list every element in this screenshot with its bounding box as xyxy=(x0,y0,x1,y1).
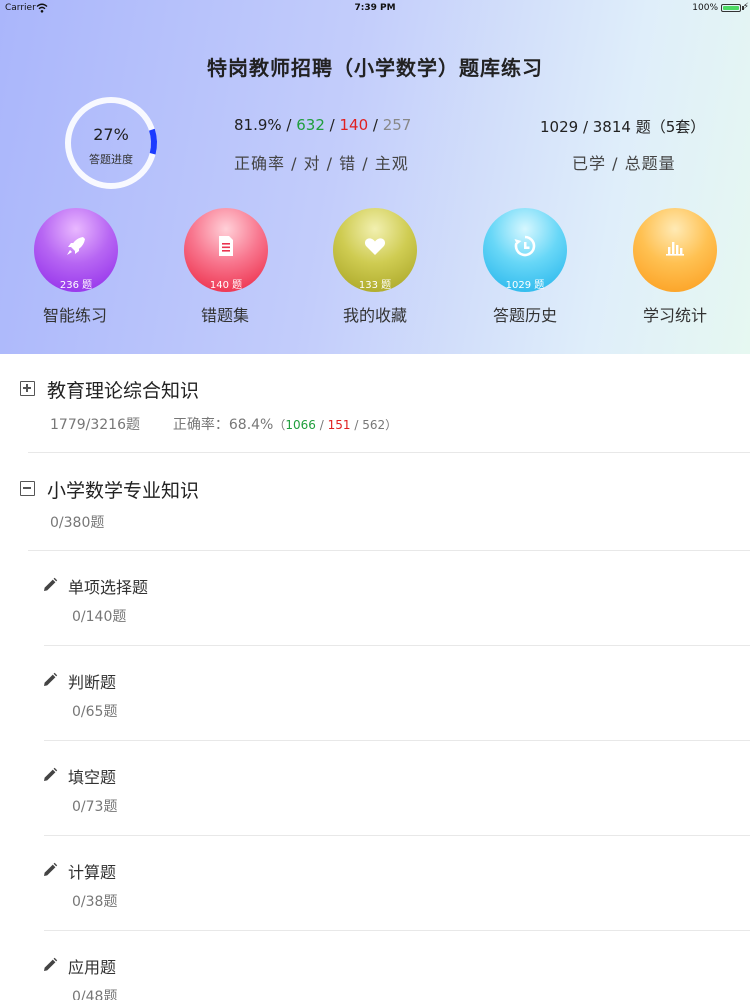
history-icon xyxy=(514,235,536,257)
pencil-icon xyxy=(44,577,58,591)
collapse-minus-icon[interactable] xyxy=(20,481,35,496)
stat-separator: / xyxy=(324,116,340,134)
stat-separator: / xyxy=(350,418,363,432)
wrong-questions-count: 140 题 xyxy=(209,280,243,291)
battery-percent: 100% xyxy=(692,3,718,13)
section-wrong: 151 xyxy=(327,418,351,432)
section-stats: 1779/3216题 正确率：68.4%（1066 / 151 / 562） xyxy=(50,414,397,434)
charging-icon: ⚡ xyxy=(742,2,749,12)
section-accuracy: 正确率：68.4% xyxy=(172,417,274,433)
subitem-title: 计算题 xyxy=(68,863,117,882)
accuracy-value: 81.9% xyxy=(234,116,282,134)
header-panel: Carrier 7:39 PM 100% ⚡ 特岗教师招聘（小学数学）题库练习 … xyxy=(0,0,750,354)
section-education-theory[interactable]: 教育理论综合知识 1779/3216题 正确率：68.4%（1066 / 151… xyxy=(0,354,750,454)
section-correct: 1066 xyxy=(285,418,316,432)
subitem-true-false[interactable]: 判断题 0/65题 xyxy=(0,647,750,742)
favorites-button[interactable]: 133 题 xyxy=(333,208,417,292)
section-title: 小学数学专业知识 xyxy=(47,480,200,502)
expand-plus-icon[interactable] xyxy=(20,381,35,396)
subitem-single-choice[interactable]: 单项选择题 0/140题 xyxy=(0,552,750,647)
stat-separator: / xyxy=(368,116,383,134)
subitem-count: 0/73题 xyxy=(72,799,118,815)
subitem-count: 0/38题 xyxy=(72,894,118,910)
divider xyxy=(44,835,750,836)
answer-history-count: 1029 题 xyxy=(505,280,545,291)
divider xyxy=(44,740,750,741)
section-count: 1779/3216题 xyxy=(50,417,140,433)
progress-label: 答题进度 xyxy=(89,153,133,166)
section-count: 0/380题 xyxy=(50,515,105,531)
smart-practice-count: 236 题 xyxy=(59,280,93,291)
subitem-application[interactable]: 应用题 0/48题 xyxy=(0,932,750,1000)
clock: 7:39 PM xyxy=(354,3,396,13)
smart-practice-button[interactable]: 236 题 xyxy=(34,208,118,292)
page-title: 特岗教师招聘（小学数学）题库练习 xyxy=(207,56,543,80)
smart-practice-label: 智能练习 xyxy=(42,306,107,325)
accuracy-stats-label: 正确率 / 对 / 错 / 主观 xyxy=(234,154,409,173)
favorites-label: 我的收藏 xyxy=(342,306,407,325)
bar-chart-icon xyxy=(666,242,684,256)
correct-count: 632 xyxy=(296,116,325,134)
subitem-title: 单项选择题 xyxy=(68,578,149,597)
subitem-title: 判断题 xyxy=(68,673,117,692)
pencil-icon xyxy=(44,767,58,781)
paren-close: ） xyxy=(385,418,398,432)
accuracy-stats: 81.9% / 632 / 140 / 257 xyxy=(234,116,411,134)
divider xyxy=(44,930,750,931)
subitem-fill-blank[interactable]: 填空题 0/73题 xyxy=(0,742,750,837)
pencil-icon xyxy=(44,672,58,686)
subitem-count: 0/65题 xyxy=(72,704,118,720)
pencil-icon xyxy=(44,862,58,876)
study-stats-label: 学习统计 xyxy=(642,306,707,325)
battery-icon xyxy=(721,4,741,12)
section-subjective: 562 xyxy=(362,418,386,432)
divider xyxy=(44,645,750,646)
learned-total-value: 1029 / 3814 题（5套） xyxy=(540,118,706,136)
wrong-questions-button[interactable]: 140 题 xyxy=(184,208,268,292)
heart-icon xyxy=(364,238,386,255)
favorites-count: 133 题 xyxy=(358,280,392,291)
answer-history-button[interactable]: 1029 题 xyxy=(483,208,567,292)
learned-total-label: 已学 / 总题量 xyxy=(572,154,676,173)
progress-ring: 27% 答题进度 xyxy=(63,95,159,191)
subitem-count: 0/48题 xyxy=(72,989,118,1000)
paren-open: （ xyxy=(273,418,286,432)
subitem-title: 应用题 xyxy=(68,958,117,977)
section-primary-math[interactable]: 小学数学专业知识 0/380题 xyxy=(0,454,750,552)
stat-separator: / xyxy=(315,418,328,432)
status-bar: Carrier 7:39 PM 100% ⚡ xyxy=(0,0,750,16)
subitem-calculation[interactable]: 计算题 0/38题 xyxy=(0,837,750,932)
progress-percent: 27% xyxy=(93,125,129,144)
subitem-count: 0/140题 xyxy=(72,609,127,625)
stat-separator: / xyxy=(281,116,297,134)
pencil-icon xyxy=(44,957,58,971)
wrong-count: 140 xyxy=(339,116,369,134)
wrong-questions-label: 错题集 xyxy=(200,306,249,325)
divider xyxy=(28,550,750,551)
study-stats-button[interactable] xyxy=(633,208,717,292)
section-title: 教育理论综合知识 xyxy=(47,380,200,402)
answer-history-label: 答题历史 xyxy=(492,306,557,325)
rocket-icon xyxy=(67,237,85,255)
subjective-count: 257 xyxy=(382,116,412,134)
divider xyxy=(28,452,750,453)
document-icon xyxy=(219,236,233,256)
subitem-title: 填空题 xyxy=(68,768,117,787)
